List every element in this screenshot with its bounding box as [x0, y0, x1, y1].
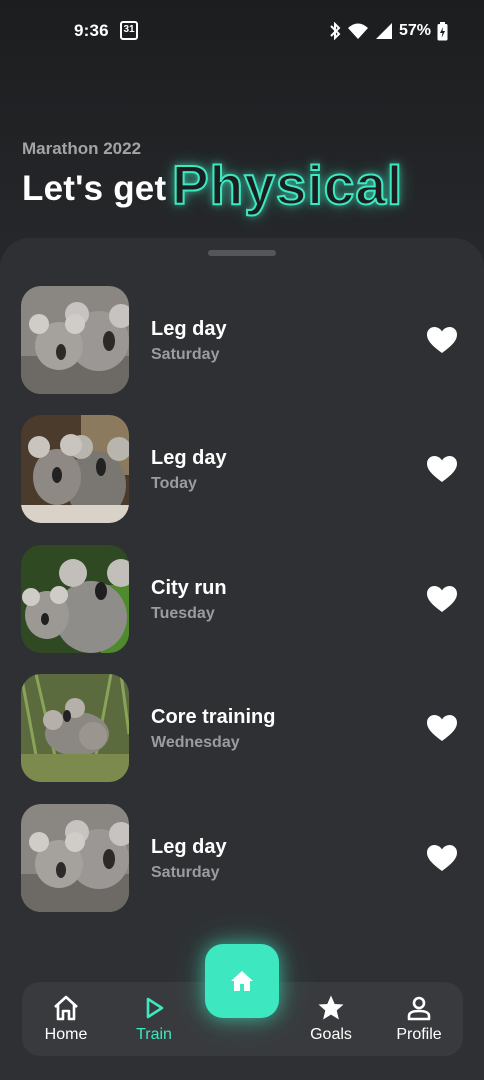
workout-title: City run: [151, 577, 227, 599]
home-icon: [231, 971, 253, 991]
koala-thumbnail: [21, 545, 129, 653]
home-fab-button[interactable]: [205, 944, 279, 1018]
workout-list-item[interactable]: Leg day Saturday: [0, 804, 484, 912]
workout-day: Tuesday: [151, 605, 215, 622]
nav-label-goals: Goals: [310, 1026, 352, 1043]
nav-label-profile: Profile: [396, 1026, 442, 1043]
workout-list-item[interactable]: Core training Wednesday: [0, 674, 484, 782]
nav-item-home[interactable]: Home: [26, 982, 106, 1056]
status-time: 9:36: [74, 21, 109, 40]
workout-title: Leg day: [151, 318, 227, 340]
battery-percent: 57%: [398, 22, 431, 39]
battery-icon: [437, 21, 448, 40]
workout-day: Today: [151, 475, 197, 492]
page-header: Marathon 2022 Let's get Physical: [22, 139, 462, 217]
play-icon: [146, 997, 164, 1019]
page-title-highlight: Physical: [171, 153, 404, 217]
sheet-drag-handle[interactable]: [208, 250, 276, 256]
workout-day: Wednesday: [151, 734, 240, 751]
status-icons: 57%: [329, 20, 448, 42]
bluetooth-icon: [330, 22, 341, 40]
nav-label-train: Train: [136, 1026, 172, 1043]
favorite-heart-icon[interactable]: [426, 714, 458, 742]
calendar-icon: 31: [120, 21, 138, 40]
workout-list-item[interactable]: Leg day Today: [0, 415, 484, 523]
koala-thumbnail: [21, 674, 129, 782]
status-bar: 9:36 31 57%: [0, 0, 484, 64]
nav-label-home: Home: [44, 1026, 88, 1043]
wifi-icon: [347, 23, 368, 39]
page-title-main: Let's get: [22, 169, 167, 208]
workout-title: Leg day: [151, 447, 227, 469]
nav-item-profile[interactable]: Profile: [379, 982, 459, 1056]
nav-item-train[interactable]: Train: [114, 982, 194, 1056]
star-icon: [318, 995, 344, 1020]
koala-thumbnail: [21, 415, 129, 523]
workout-list-item[interactable]: City run Tuesday: [0, 545, 484, 653]
workout-title: Core training: [151, 706, 276, 728]
favorite-heart-icon[interactable]: [426, 326, 458, 354]
workout-title: Leg day: [151, 836, 227, 858]
koala-thumbnail: [21, 804, 129, 912]
favorite-heart-icon[interactable]: [426, 844, 458, 872]
person-icon: [407, 996, 431, 1021]
workout-day: Saturday: [151, 864, 220, 881]
page-title: Let's get Physical: [22, 153, 462, 217]
workout-list-item[interactable]: Leg day Saturday: [0, 286, 484, 394]
signal-icon: [375, 23, 392, 39]
nav-item-goals[interactable]: Goals: [291, 982, 371, 1056]
favorite-heart-icon[interactable]: [426, 455, 458, 483]
koala-thumbnail: [21, 286, 129, 394]
workout-day: Saturday: [151, 346, 220, 363]
app-screen: 9:36 31 57% Marathon 2022 Let's get Phys…: [0, 0, 484, 1080]
favorite-heart-icon[interactable]: [426, 585, 458, 613]
home-icon: [54, 995, 78, 1021]
